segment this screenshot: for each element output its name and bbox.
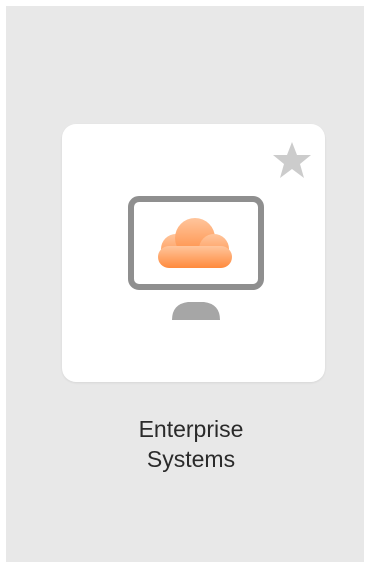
cloud-monitor-icon xyxy=(128,196,264,320)
app-tile-enterprise-systems[interactable] xyxy=(62,124,325,382)
star-icon[interactable] xyxy=(272,140,312,180)
app-launcher-panel: Enterprise Systems xyxy=(6,6,364,562)
app-label-line2: Systems xyxy=(146,446,236,472)
app-label[interactable]: Enterprise Systems xyxy=(12,414,368,474)
app-label-line1: Enterprise xyxy=(138,416,244,442)
